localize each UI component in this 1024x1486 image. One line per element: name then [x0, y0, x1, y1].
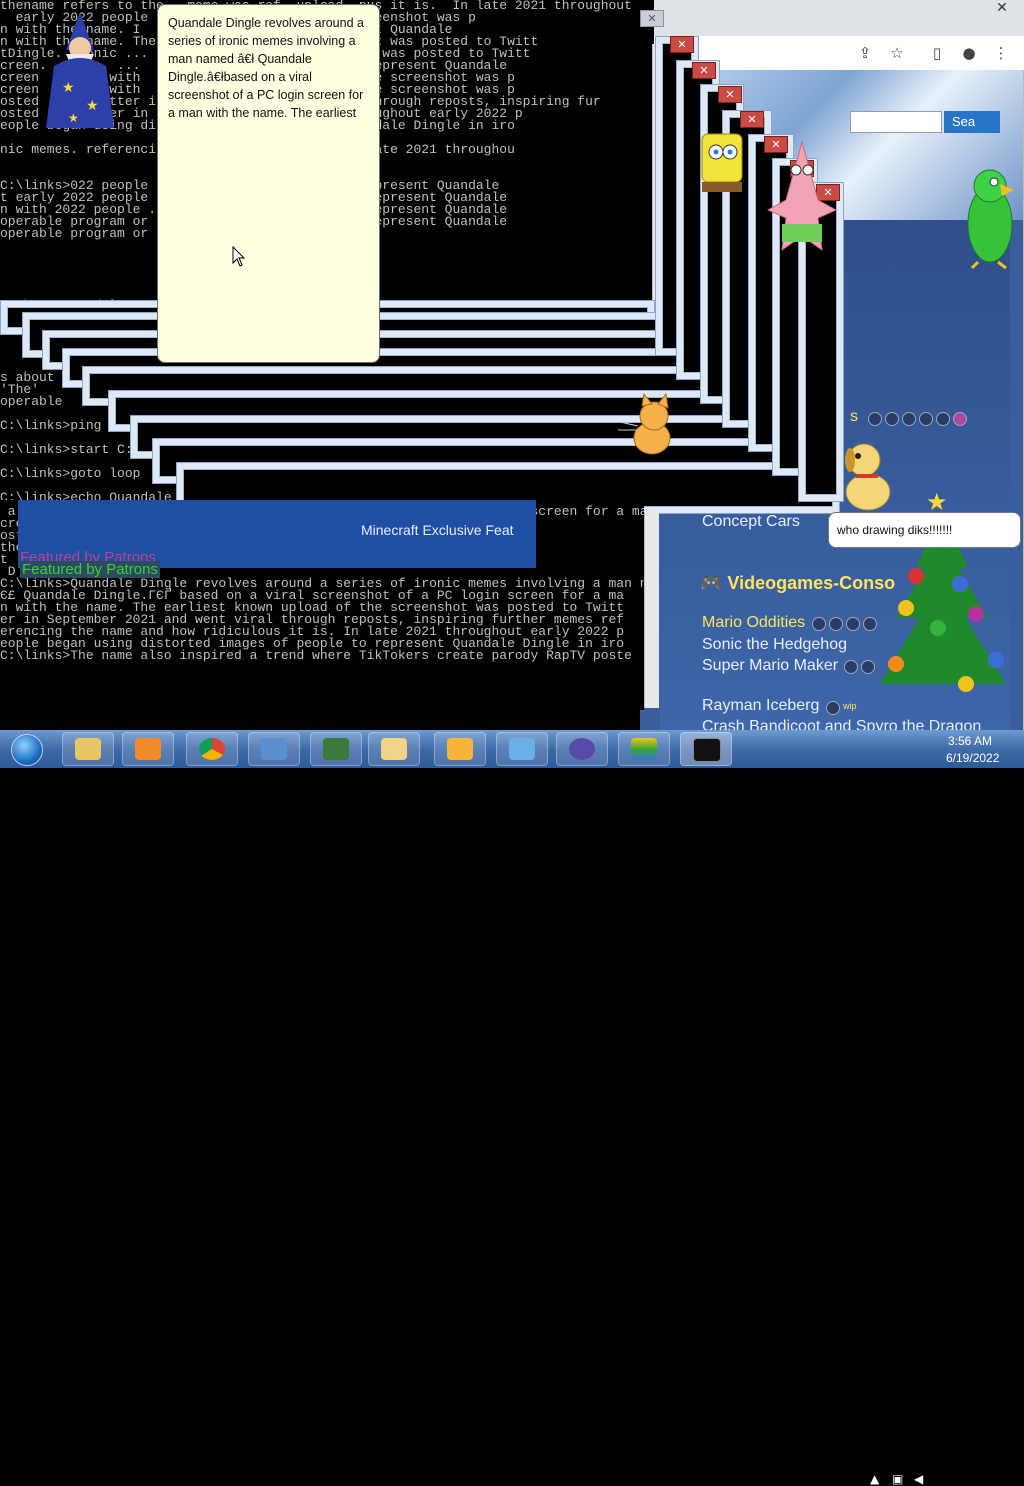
search-input[interactable]: [850, 111, 942, 133]
link-super-mario-maker[interactable]: Super Mario Maker: [702, 657, 838, 675]
speech-bubble: who drawing diks!!!!!!!: [828, 512, 1021, 548]
electron-icon: [509, 738, 535, 760]
search-button[interactable]: Sea: [944, 111, 1000, 133]
command-prompt-icon: [693, 738, 721, 762]
spongebob-character[interactable]: [688, 128, 750, 208]
partial-link[interactable]: s: [850, 408, 858, 426]
cat-character[interactable]: [612, 392, 698, 460]
tag-row: [812, 617, 877, 631]
taskbar-explorer[interactable]: [62, 732, 114, 766]
svg-text:★: ★: [86, 98, 99, 114]
close-icon[interactable]: ✕: [718, 86, 742, 103]
link-concept-cars[interactable]: Concept Cars: [702, 513, 800, 531]
svg-text:★: ★: [62, 80, 75, 96]
star-icon[interactable]: ☆: [888, 44, 906, 62]
featured-banner: Minecraft Exclusive Feat Featured by Pat…: [18, 500, 536, 578]
tag-row: [868, 412, 967, 426]
console-line: C:\links>The name also inspired a trend …: [0, 648, 632, 663]
section-heading-videogames: 🎮 Videogames-Conso: [700, 573, 896, 593]
taskbar-task-manager[interactable]: [310, 732, 362, 766]
tag-icon: [846, 617, 860, 631]
tag-icon: [919, 412, 933, 426]
start-button[interactable]: [4, 731, 50, 767]
tag-icon: [812, 617, 826, 631]
tag-icon: [826, 701, 840, 715]
note-text: Quandale Dingle revolves around a series…: [168, 16, 364, 120]
network-icon[interactable]: ▣: [892, 1472, 903, 1486]
chrome-icon: [199, 738, 225, 760]
tag-icon: [863, 617, 877, 631]
taskbar: ▲ ▣ ◀: [0, 730, 1024, 1486]
close-icon[interactable]: ✕: [740, 111, 764, 128]
taskbar-notepad-app[interactable]: [434, 732, 486, 766]
taskbar-media-player[interactable]: [122, 732, 174, 766]
link-rayman-iceberg[interactable]: Rayman Iceberg: [702, 697, 819, 715]
tag-icon: [844, 660, 858, 674]
svg-text:★: ★: [68, 111, 79, 125]
tag-icon: [868, 412, 882, 426]
sidepanel-icon[interactable]: ▯: [928, 44, 946, 62]
share-icon[interactable]: ⇪: [856, 44, 874, 62]
clock-date[interactable]: 6/19/2022: [946, 751, 999, 765]
bluestacks-icon: [631, 738, 657, 760]
parrot-character[interactable]: [952, 164, 1024, 270]
close-icon[interactable]: ✕: [980, 0, 1024, 16]
tag-icon: [953, 412, 967, 426]
taskbar-electron-app[interactable]: [496, 732, 548, 766]
featured-title[interactable]: Minecraft Exclusive Feat: [361, 522, 514, 538]
tag-icon: [861, 660, 875, 674]
windows-logo-icon: [11, 734, 43, 766]
tag-icon: [829, 617, 843, 631]
close-icon[interactable]: ✕: [692, 62, 716, 79]
media-player-icon: [135, 738, 161, 760]
taskbar-file-manager[interactable]: [368, 732, 420, 766]
close-icon[interactable]: ✕: [640, 10, 664, 27]
taskbar-bluestacks[interactable]: [618, 732, 670, 766]
taskbar-virus-app[interactable]: [556, 732, 608, 766]
virus-icon: [569, 738, 595, 760]
tag-row: [844, 660, 875, 674]
taskbar-chrome[interactable]: [186, 732, 238, 766]
mouse-cursor-icon: [232, 246, 246, 267]
browser-tabstrip: ✕: [640, 0, 1024, 36]
tag-icon: [902, 412, 916, 426]
taskbar-photos[interactable]: [248, 732, 300, 766]
taskbar-command-prompt[interactable]: [680, 732, 732, 766]
photos-icon: [261, 738, 287, 760]
link-sonic[interactable]: Sonic the Hedgehog: [702, 636, 847, 654]
note-popup[interactable]: Quandale Dingle revolves around a series…: [157, 4, 380, 363]
notepad-app-icon: [447, 738, 473, 760]
patrick-character[interactable]: [762, 140, 840, 260]
folder-icon: [75, 738, 101, 760]
tag-icon: [936, 412, 950, 426]
wizard-character[interactable]: ★ ★ ★: [40, 10, 120, 130]
clock-time[interactable]: 3:56 AM: [948, 734, 992, 748]
console-scrollbar[interactable]: [644, 512, 659, 708]
kebab-menu-icon[interactable]: ⋮: [992, 44, 1010, 62]
featured-label[interactable]: Featured by Patrons: [20, 561, 160, 578]
task-manager-icon: [323, 738, 349, 760]
tag-icon: [885, 412, 899, 426]
link-mario-oddities[interactable]: Mario Oddities: [702, 614, 805, 632]
close-icon[interactable]: ✕: [670, 36, 694, 53]
tray-expand-icon[interactable]: ▲: [870, 1472, 879, 1486]
speech-bubble-text: who drawing diks!!!!!!!: [837, 523, 953, 537]
file-manager-icon: [381, 738, 407, 760]
profile-icon[interactable]: ●: [960, 44, 978, 62]
wip-badge: wip: [843, 701, 857, 711]
volume-icon[interactable]: ◀: [914, 1472, 923, 1486]
